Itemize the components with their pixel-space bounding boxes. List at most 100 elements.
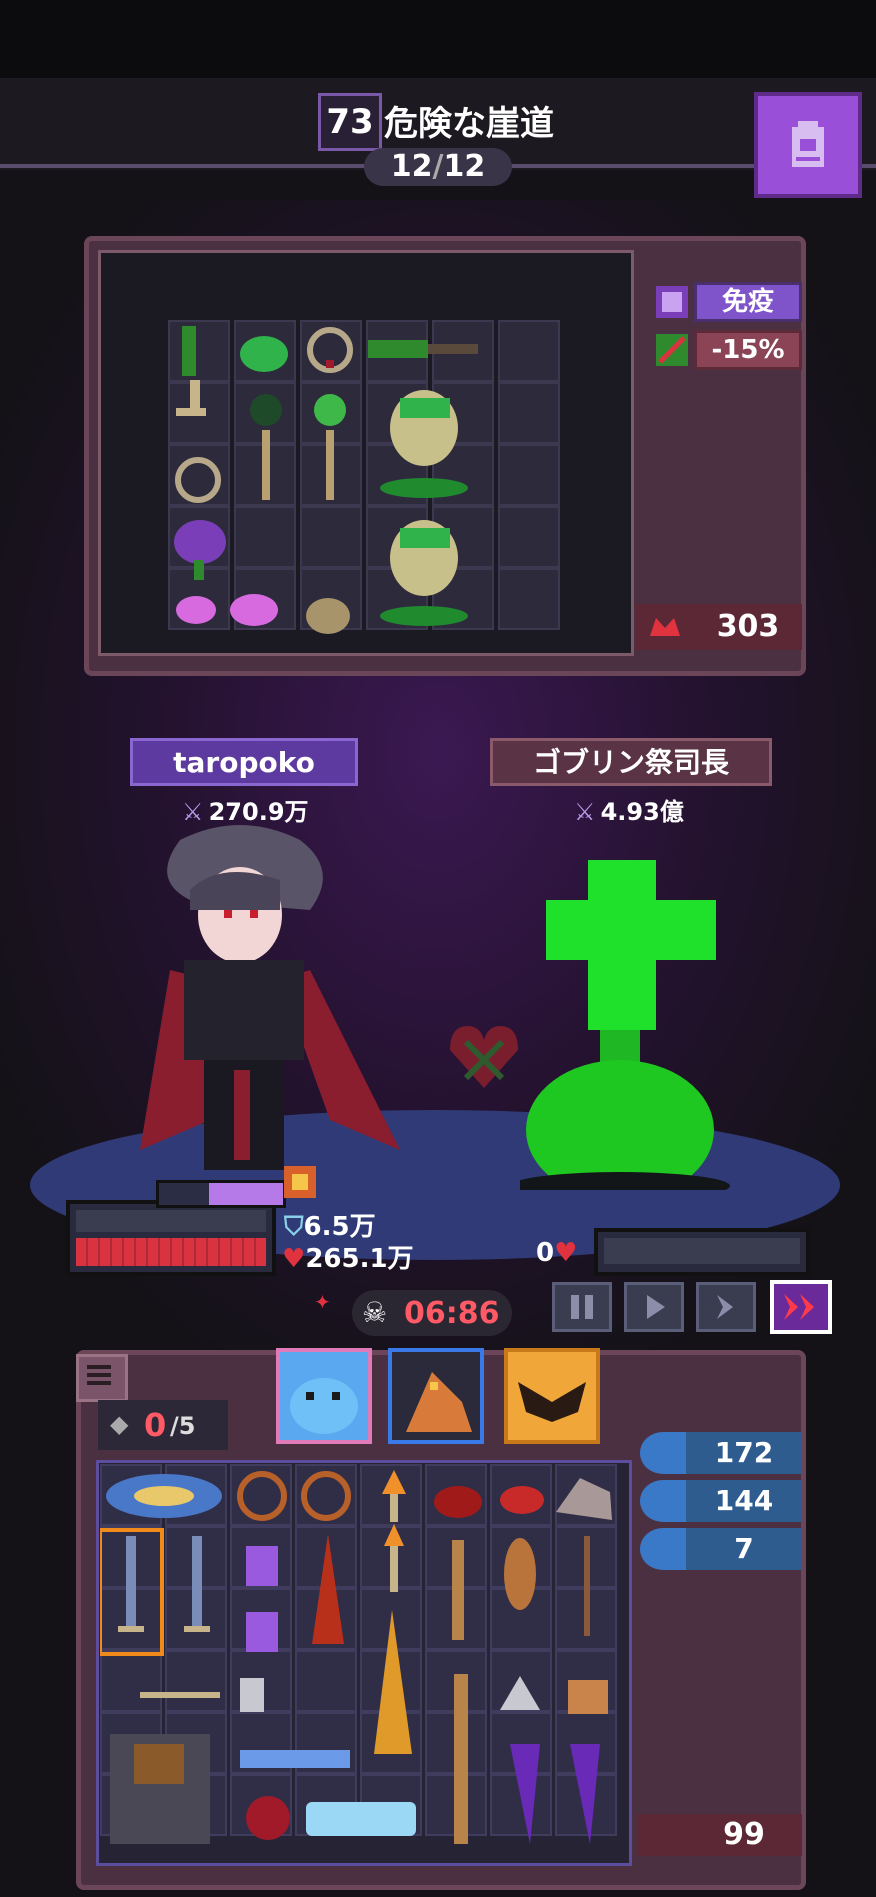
heart-icon: ♥	[554, 1238, 578, 1268]
battle-timer: ☠ 06:86	[352, 1290, 512, 1336]
stat-monsters: 7	[686, 1528, 802, 1570]
fire-buff-icon	[284, 1166, 316, 1198]
enemy-hp-value: 0	[536, 1238, 555, 1268]
timer-value: 06:86	[404, 1296, 500, 1331]
stat-gems: 172	[686, 1432, 802, 1474]
spiked-club-icon	[454, 1674, 468, 1844]
blue-slime-icon	[290, 1378, 358, 1434]
pink-flower-icon	[176, 594, 278, 626]
sword-icon	[184, 1536, 210, 1632]
pause-icon	[571, 1295, 593, 1319]
inventory-items	[100, 1470, 612, 1844]
fast-button[interactable]	[696, 1282, 756, 1332]
torch-icon	[382, 1470, 406, 1522]
red-blob-icon	[434, 1486, 482, 1518]
crystal-icon	[510, 1744, 600, 1844]
staff-icon	[314, 394, 346, 500]
torch-icon	[384, 1524, 404, 1592]
green-slime-icon	[240, 336, 288, 372]
player-hp-bar	[66, 1200, 276, 1276]
blue-dagger-icon	[240, 1750, 350, 1768]
player-hp: ♥265.1万	[282, 1238, 414, 1275]
dragon-icon	[392, 1352, 480, 1440]
slots-used: 0	[144, 1406, 167, 1444]
chevron-right-icon	[717, 1295, 733, 1319]
bat-icon	[518, 1382, 586, 1422]
ring-icon	[307, 327, 353, 373]
green-dagger-icon	[176, 326, 206, 416]
play-icon	[647, 1295, 665, 1319]
staff-icon	[250, 394, 282, 500]
pause-button[interactable]	[552, 1282, 612, 1332]
wave-total: 12	[443, 149, 486, 184]
wave-separator: /	[432, 149, 444, 184]
debuff-arrow-icon	[656, 334, 688, 366]
wolf-icon	[556, 1478, 612, 1520]
enemy-power-value: 4.93億	[600, 798, 684, 826]
skull-idol-icon	[380, 520, 468, 626]
gem-icon	[640, 1432, 686, 1474]
backpack-button[interactable]	[754, 92, 862, 198]
grid-slot	[498, 506, 560, 568]
pet-slot-dragon[interactable]	[388, 1348, 484, 1444]
pet-slot-bat[interactable]	[504, 1348, 600, 1444]
ice-crystal-icon	[306, 1802, 416, 1836]
player-character	[140, 825, 400, 1170]
status-bar-area	[0, 0, 876, 78]
broken-heart-icon	[450, 1026, 518, 1088]
spike-trap-icon	[500, 1676, 540, 1710]
double-chevron-icon	[784, 1294, 814, 1320]
enemy-nameplate: ゴブリン祭司長	[490, 738, 772, 786]
debuff-minus15: -15%	[694, 330, 802, 370]
menu-button[interactable]	[76, 1354, 128, 1402]
bottom-count: 99	[686, 1814, 802, 1856]
club-icon	[504, 1538, 536, 1610]
grid-slot	[498, 568, 560, 630]
flame-sword-icon	[374, 1610, 412, 1754]
player-mana-fill	[208, 1183, 283, 1205]
buff-immunity: 免疫	[694, 282, 802, 322]
sparkle-icon: ✦	[314, 1290, 331, 1314]
enemy-hp: 0♥	[536, 1238, 577, 1268]
blue-shield-icon	[106, 1474, 222, 1518]
hammer-icon	[140, 1678, 264, 1712]
heart-icon: ♥	[282, 1244, 306, 1274]
purple-mushroom-icon	[174, 520, 226, 580]
fastest-button[interactable]	[770, 1280, 832, 1334]
immunity-icon	[656, 286, 688, 318]
enemy-character	[520, 860, 730, 1190]
stage-number: 73	[326, 102, 374, 142]
sack-icon	[306, 598, 350, 634]
enemy-name: ゴブリン祭司長	[532, 746, 729, 779]
player-nameplate: taropoko	[130, 738, 358, 786]
enemy-item-count: 303	[694, 604, 802, 650]
player-shield-bar	[76, 1210, 266, 1232]
pet-slot-slime[interactable]	[276, 1348, 372, 1444]
diamond-icon: ◆	[110, 1410, 129, 1438]
list-icon	[87, 1365, 111, 1385]
player-hp-value: 265.1万	[305, 1244, 414, 1274]
play-button[interactable]	[624, 1282, 684, 1332]
wave-current: 12	[390, 149, 433, 184]
power-icon: ⚔	[574, 798, 596, 826]
item-count-icon	[636, 604, 694, 650]
broom-icon	[568, 1680, 608, 1714]
red-orb-icon	[246, 1796, 290, 1840]
bow-icon	[237, 1471, 351, 1521]
crab-icon	[500, 1486, 544, 1514]
monster-face-icon	[640, 1528, 686, 1570]
sword-icon	[118, 1536, 144, 1632]
flame-sword-icon	[312, 1534, 344, 1644]
grid-slot	[498, 382, 560, 444]
enemy-health-fill	[604, 1238, 800, 1264]
skull-icon: ☠	[362, 1296, 388, 1329]
spiked-club-icon	[452, 1540, 464, 1640]
player-name: taropoko	[173, 746, 315, 779]
grid-slot	[498, 320, 560, 382]
green-boot-icon	[368, 340, 478, 358]
crossed-bones-icon	[640, 1480, 686, 1522]
backpack-icon	[792, 121, 824, 167]
stat-bones: 144	[686, 1480, 802, 1522]
skull-idol-icon	[380, 390, 468, 498]
stage-title: 危険な崖道	[384, 104, 554, 144]
